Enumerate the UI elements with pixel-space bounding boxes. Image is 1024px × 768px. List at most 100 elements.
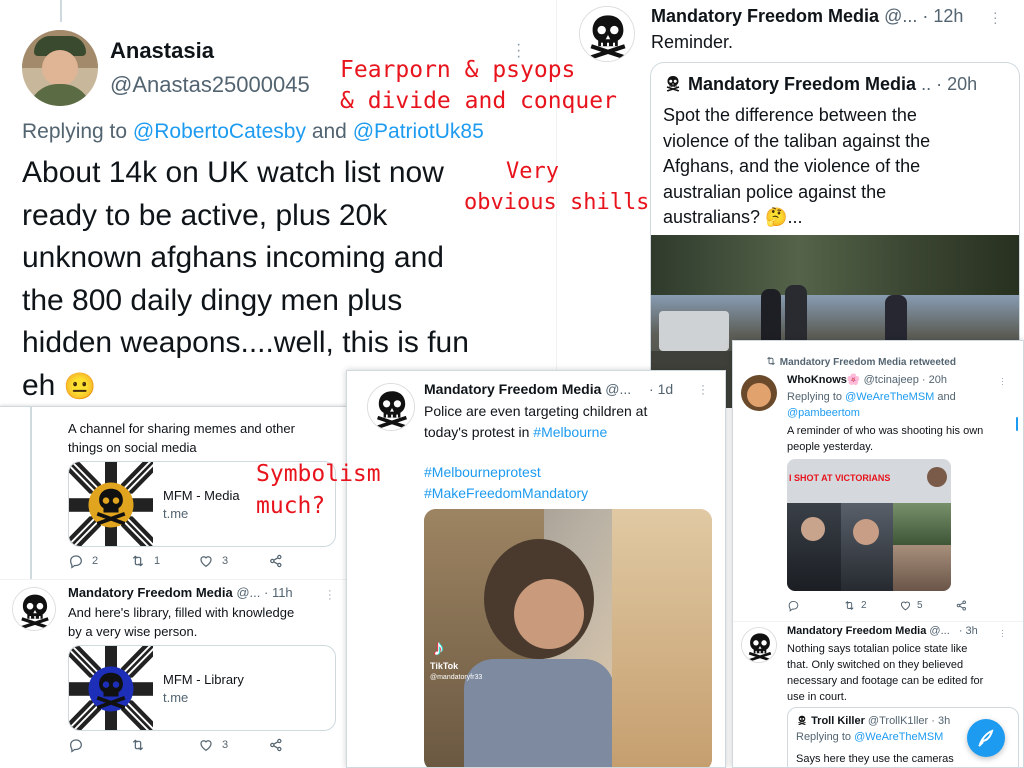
quote-handle: ..	[921, 74, 932, 94]
thread-line	[30, 407, 32, 579]
tweet-time[interactable]: · 12h	[922, 6, 963, 26]
skull-icon	[368, 384, 415, 431]
profile-photo	[927, 467, 947, 487]
tweet-time[interactable]: · 20h	[922, 374, 947, 386]
tweet-media-image[interactable]: I SHOT AT VICTORIANS	[787, 459, 951, 591]
quote-avatar	[663, 73, 683, 93]
retweeted-banner: Mandatory Freedom Media retweeted	[765, 355, 956, 368]
author-handle[interactable]: @...	[236, 585, 260, 600]
reply-button[interactable]	[787, 599, 843, 612]
reply-button[interactable]: 2	[68, 553, 130, 569]
replying-to: Replying to @RobertoCatesby and @Patriot…	[22, 120, 484, 144]
annotation-line: & divide and conquer	[340, 88, 617, 114]
share-button[interactable]	[955, 599, 968, 612]
tiktok-handle: @mandatoryfr33	[430, 674, 483, 681]
quote-author: Troll Killer	[811, 715, 865, 727]
more-options-icon[interactable]: · · ·	[328, 586, 332, 605]
compose-tweet-button[interactable]	[967, 719, 1005, 757]
author-handle[interactable]: @...	[884, 6, 917, 26]
author-name[interactable]: Anastasia	[110, 38, 214, 64]
tweet-text: And here's library, filled with knowledg…	[68, 603, 294, 641]
tweet-text-last: eh	[22, 368, 56, 402]
avatar[interactable]	[579, 6, 635, 62]
quote-time: · 20h	[936, 74, 978, 94]
avatar[interactable]	[367, 383, 415, 431]
divider	[733, 621, 1023, 622]
channel-description: A channel for sharing memes and other th…	[68, 419, 295, 457]
tweet-time[interactable]: · 3h	[959, 625, 978, 637]
scrollbar[interactable]	[1016, 417, 1018, 431]
hashtag-link[interactable]: #Melbourne	[533, 424, 607, 440]
avatar[interactable]	[741, 375, 777, 411]
author-name[interactable]: WhoKnows🌸	[787, 374, 861, 386]
like-button[interactable]: 3	[198, 737, 268, 753]
skull-icon	[663, 73, 683, 93]
compose-icon	[978, 729, 994, 747]
link-card-library[interactable]: MFM - Library t.me	[68, 645, 336, 731]
avatar-face	[747, 383, 771, 407]
tweet-actions: 2 5	[787, 599, 968, 612]
reply-mention-2[interactable]: @PatriotUk85	[353, 120, 484, 143]
retweet-button[interactable]	[130, 737, 198, 753]
share-button[interactable]	[268, 737, 284, 753]
reply-mention-2[interactable]: @pambeertom	[787, 405, 956, 421]
replying-to: Replying to @WeAreTheMSM and @pambeertom	[787, 389, 956, 421]
shirt	[464, 659, 614, 767]
tweet-text-line: And here's library, filled with knowledg…	[68, 605, 295, 620]
retweet-button[interactable]: 1	[130, 553, 198, 569]
tweet-text-line: About 14k on UK watch list now	[22, 156, 444, 189]
link-card-title: MFM - Library	[163, 672, 244, 687]
avatar[interactable]	[12, 587, 56, 631]
tweet-text-line: that. Only switched on they believed	[787, 659, 964, 671]
hashtag-link[interactable]: #Melbourneprotest	[424, 462, 588, 483]
avatar[interactable]	[22, 30, 98, 106]
tweet-text-span: today's protest in	[424, 424, 530, 440]
tweet-text-line: unknown afghans incoming and	[22, 241, 444, 274]
share-icon	[268, 553, 284, 569]
tweet-text-line: Police are even targeting children at	[424, 403, 648, 419]
author-name[interactable]: Mandatory Freedom Media	[424, 381, 601, 397]
author-handle[interactable]: @...	[929, 625, 949, 637]
tweet-time[interactable]: · 11h	[264, 585, 293, 600]
skull-icon	[742, 628, 777, 663]
avatar[interactable]	[741, 627, 777, 663]
author-name[interactable]: Mandatory Freedom Media	[787, 625, 926, 637]
annotation-symbolism: Symbolism much?	[256, 458, 381, 522]
author-handle[interactable]: @tcinajeep	[864, 374, 919, 386]
reply-mention[interactable]: @WeAreTheMSM	[854, 731, 943, 743]
more-options-icon[interactable]: · · ·	[701, 379, 705, 399]
quote-author: Mandatory Freedom Media	[688, 74, 917, 94]
quote-time: · 3h	[931, 715, 951, 727]
tweet-text-line: today's protest in #Melbourne	[424, 422, 647, 443]
more-options-icon[interactable]: · · ·	[1001, 626, 1004, 641]
retweeted-label: Mandatory Freedom Media retweeted	[779, 357, 956, 368]
melbourne-tweet[interactable]: Mandatory Freedom Media @... · 1d · · · Po…	[346, 370, 726, 768]
share-button[interactable]	[268, 553, 284, 569]
hair-right	[612, 509, 712, 767]
share-icon	[268, 737, 284, 753]
author-handle[interactable]: @Anastas25000045	[110, 72, 310, 98]
video-thumbnail[interactable]: ♪ TikTok @mandatoryfr33	[424, 509, 712, 767]
more-options-icon[interactable]: · · ·	[1001, 374, 1004, 389]
annotation-fearporn: Fearporn & psyops & divide and conquer	[340, 55, 617, 117]
avatar-face	[42, 50, 78, 86]
author-name[interactable]: Mandatory Freedom Media	[651, 6, 879, 26]
like-button[interactable]: 3	[198, 553, 268, 569]
reply-mention-1[interactable]: @WeAreTheMSM	[845, 391, 934, 403]
reply-mention-1[interactable]: @RobertoCatesby	[133, 120, 306, 143]
like-button[interactable]: 5	[899, 599, 955, 612]
tweet-text-line: hidden weapons....well, this is fun	[22, 326, 469, 359]
tweet-time[interactable]: · 1d	[649, 381, 673, 397]
reply-button[interactable]	[68, 737, 130, 753]
author-handle[interactable]: @...	[605, 381, 631, 397]
trees	[651, 235, 1019, 295]
like-count: 5	[917, 600, 923, 611]
hashtag-link[interactable]: #MakeFreedomMandatory	[424, 483, 588, 504]
annotation-shills: Very obvious shills	[464, 156, 649, 218]
retweet-button[interactable]: 2	[843, 599, 899, 612]
reply-icon	[68, 737, 84, 753]
tiktok-icon: ♪	[433, 635, 444, 660]
author-name[interactable]: Mandatory Freedom Media	[68, 585, 233, 600]
quote-text: Spot the difference between the violence…	[663, 103, 930, 231]
more-options-icon[interactable]: · · ·	[993, 5, 998, 29]
